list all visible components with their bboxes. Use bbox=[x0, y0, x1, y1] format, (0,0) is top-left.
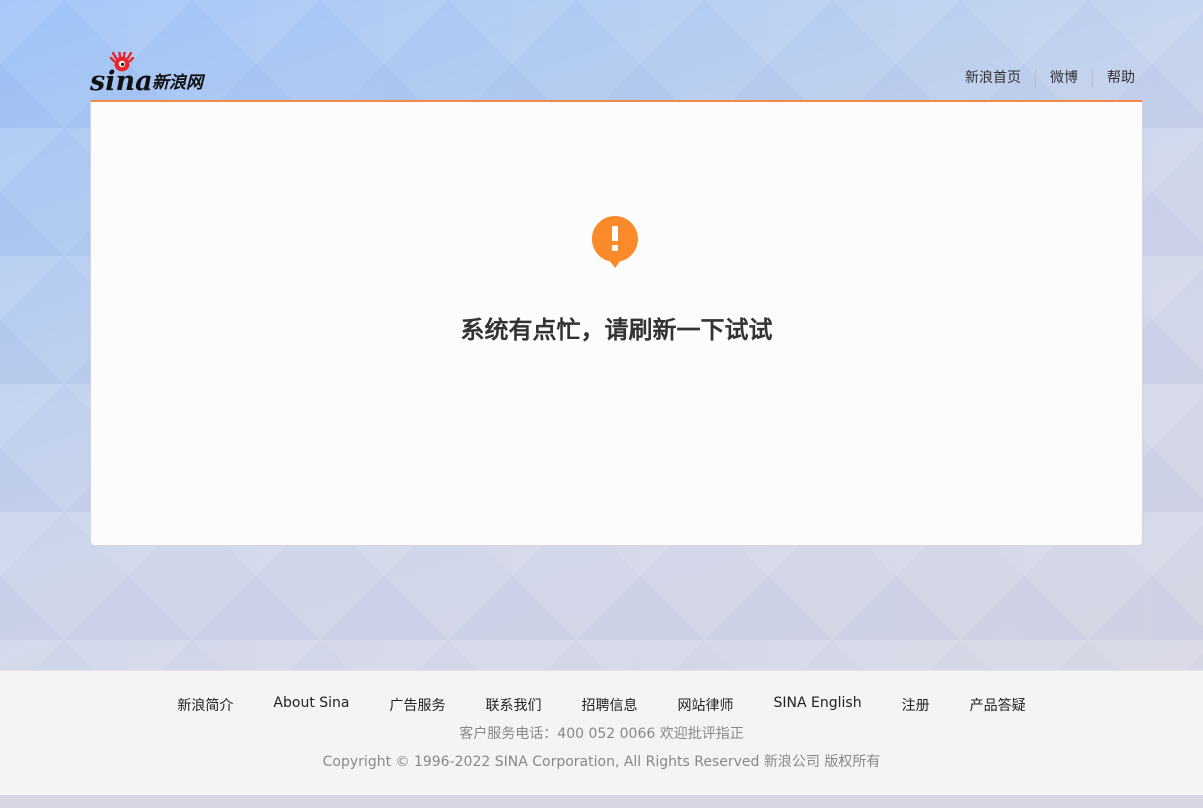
footer-link-sina-english[interactable]: SINA English bbox=[774, 695, 862, 715]
page-background-bottom bbox=[0, 795, 1203, 808]
svg-text:sina: sina bbox=[90, 66, 153, 96]
error-card: 系统有点忙，请刷新一下试试 bbox=[90, 100, 1143, 546]
sina-logo-icon: sina 新浪网 bbox=[90, 52, 206, 96]
footer-link-register[interactable]: 注册 bbox=[902, 695, 930, 715]
footer-link-faq[interactable]: 产品答疑 bbox=[970, 695, 1026, 715]
footer-link-contact[interactable]: 联系我们 bbox=[486, 695, 542, 715]
footer: 新浪简介 About Sina 广告服务 联系我们 招聘信息 网站律师 SINA… bbox=[0, 670, 1203, 795]
svg-text:新浪网: 新浪网 bbox=[152, 73, 206, 93]
top-nav-weibo-link[interactable]: 微博 bbox=[1035, 69, 1092, 87]
footer-link-jobs[interactable]: 招聘信息 bbox=[582, 695, 638, 715]
footer-copyright: Copyright © 1996-2022 SINA Corporation, … bbox=[322, 754, 881, 770]
sina-logo[interactable]: sina 新浪网 bbox=[90, 52, 220, 96]
error-message: 系统有点忙，请刷新一下试试 bbox=[460, 316, 773, 344]
top-nav-help-link[interactable]: 帮助 bbox=[1092, 69, 1135, 87]
exclamation-icon bbox=[591, 214, 639, 270]
footer-link-about-sina[interactable]: About Sina bbox=[273, 695, 349, 715]
top-nav: 新浪首页 微博 帮助 bbox=[951, 68, 1135, 88]
top-nav-home-link[interactable]: 新浪首页 bbox=[951, 69, 1035, 87]
footer-hotline: 客户服务电话：400 052 0066 欢迎批评指正 bbox=[459, 726, 744, 742]
footer-link-lawyer[interactable]: 网站律师 bbox=[678, 695, 734, 715]
footer-link-advertising[interactable]: 广告服务 bbox=[390, 695, 446, 715]
footer-links: 新浪简介 About Sina 广告服务 联系我们 招聘信息 网站律师 SINA… bbox=[0, 695, 1203, 715]
footer-link-about-cn[interactable]: 新浪简介 bbox=[177, 695, 233, 715]
